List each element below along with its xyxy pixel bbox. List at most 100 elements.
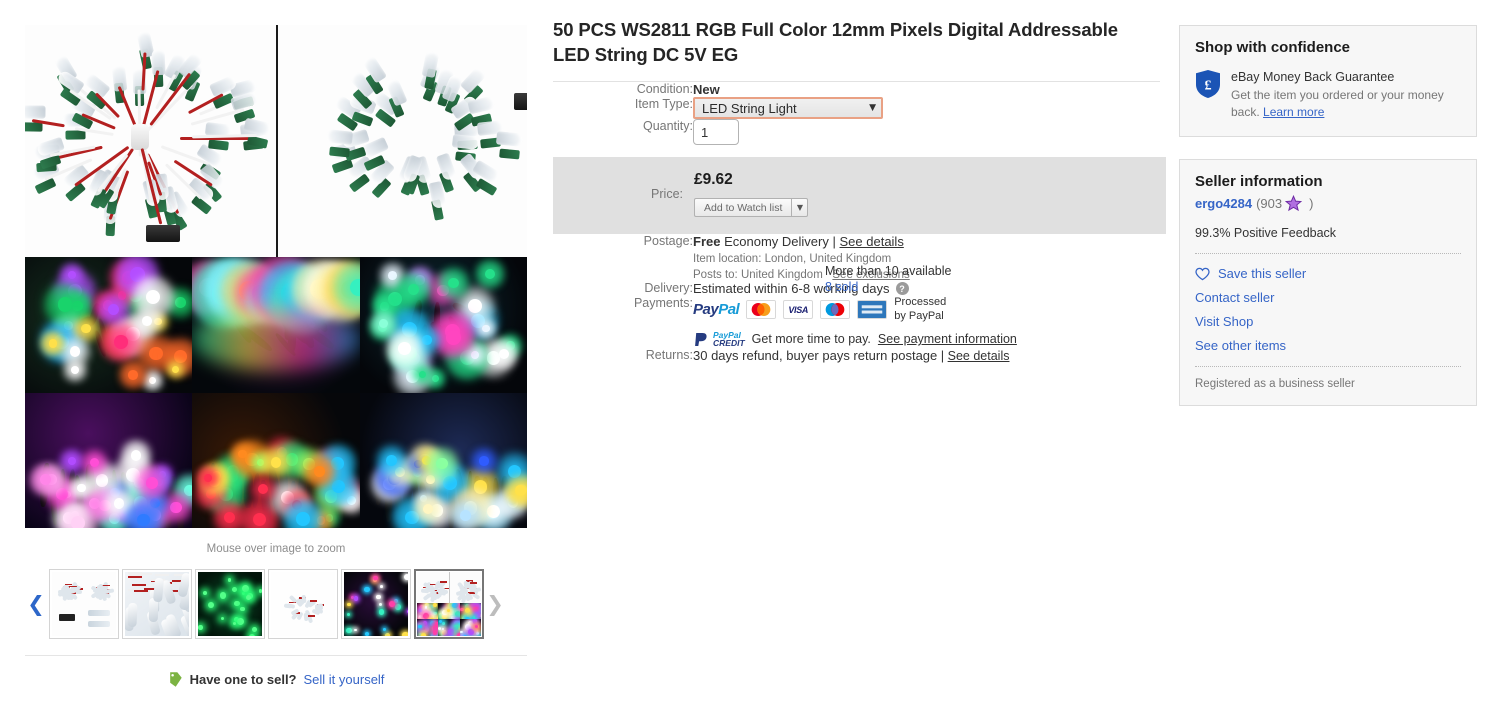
visa-icon: VISA <box>783 300 814 320</box>
returns-separator: | <box>940 347 945 363</box>
add-to-watch-list-group: Add to Watch list ▼ <box>694 198 809 218</box>
sell-it-yourself-link[interactable]: Sell it yourself <box>304 672 385 687</box>
returns-row: Returns: 30 days refund, buyer pays retu… <box>553 348 1166 363</box>
condition-value: New <box>693 82 720 98</box>
lit-photo-5 <box>192 392 360 528</box>
seller-link-contact-seller[interactable]: Contact seller <box>1195 281 1461 305</box>
item-type-row: Item Type: LED String Light ▼ <box>553 97 1166 120</box>
seller-links-list: Save this seller Contact seller Visit Shop… <box>1195 254 1461 353</box>
chevron-left-icon[interactable]: ❮ <box>25 593 47 615</box>
shop-with-confidence-panel: Shop with confidence £ eBay Money Back G… <box>1179 25 1477 138</box>
page-title: 50 PCS WS2811 RGB Full Color 12mm Pixels… <box>553 19 1118 65</box>
thumbnail-5[interactable] <box>341 569 411 639</box>
thumbnail-4[interactable] <box>268 569 338 639</box>
seller-link-label: Contact seller <box>1195 290 1275 306</box>
price-tag-icon <box>168 671 183 688</box>
seller-link-label: See other items <box>1195 338 1287 354</box>
item-details-column: 50 PCS WS2811 RGB Full Color 12mm Pixels… <box>528 0 1168 727</box>
thumbnail-list <box>47 569 484 639</box>
posts-to-value: United Kingdom <box>740 269 823 282</box>
chevron-right-icon[interactable]: ❯ <box>484 593 506 615</box>
seller-score-close-paren: ) <box>1309 196 1314 212</box>
registered-business-note: Registered as a business seller <box>1195 378 1355 391</box>
main-product-image[interactable] <box>25 25 527 528</box>
paypal-credit-note: Get more time to pay. <box>751 332 871 347</box>
returns-see-details-link[interactable]: See details <box>948 349 1010 363</box>
maestro-icon <box>820 300 851 320</box>
postage-separator: | <box>832 234 836 250</box>
seller-link-label: Save this seller <box>1218 266 1307 282</box>
item-specs-table: Condition: New Item Type: LED String Lig… <box>553 82 1166 294</box>
postage-label: Postage: <box>643 234 693 249</box>
seller-positive-feedback: 99.3% Positive Feedback <box>1195 226 1337 241</box>
price-value: £9.62 <box>694 171 733 189</box>
product-image-lit-grid <box>25 257 527 528</box>
product-photo-bundle-cluster <box>276 25 527 257</box>
seller-link-save-this-seller[interactable]: Save this seller <box>1195 263 1461 281</box>
sidebar-column: Shop with confidence £ eBay Money Back G… <box>1168 0 1478 727</box>
help-icon[interactable]: ? <box>895 282 909 296</box>
quantity-input[interactable] <box>693 119 739 146</box>
seller-information-heading: Seller information <box>1195 173 1323 191</box>
see-payment-information-link[interactable]: See payment information <box>878 332 1017 346</box>
payments-row: Payments: PayPal VISA Processed by PayPa… <box>553 296 1166 348</box>
thumbnail-carousel: ❮ ❯ <box>25 555 527 639</box>
availability-text: More than 10 available <box>825 264 952 279</box>
delivery-label: Delivery: <box>644 281 693 296</box>
watch-list-dropdown-button[interactable]: ▼ <box>791 198 809 218</box>
paypal-credit-logo: PayPal CREDIT <box>693 330 745 348</box>
shipping-payment-table: Postage: Free Economy Delivery | See det… <box>553 234 1166 363</box>
item-type-label: Item Type: <box>634 97 693 112</box>
postage-see-details-link[interactable]: See details <box>840 234 904 249</box>
item-location-label: Item location: <box>693 253 762 266</box>
postage-service: Economy Delivery <box>724 234 829 250</box>
price-label: Price: <box>651 187 683 202</box>
returns-label: Returns: <box>645 347 693 362</box>
thumbnail-2[interactable] <box>122 569 192 639</box>
gallery-column: Mouse over image to zoom ❮ ❯ Have one to… <box>0 0 528 727</box>
seller-link-see-other-items[interactable]: See other items <box>1195 329 1461 353</box>
shield-pound-icon: £ <box>1195 69 1221 99</box>
product-photo-bundle-wired <box>25 25 276 257</box>
sold-count-link[interactable]: 8 sold <box>825 280 858 294</box>
payments-label: Payments: <box>633 296 693 311</box>
ebay-item-page: Mouse over image to zoom ❮ ❯ Have one to… <box>0 0 1503 727</box>
seller-feedback-score: (903 <box>1256 196 1283 212</box>
condition-label: Condition: <box>636 82 693 97</box>
posts-to-label: Posts to: <box>693 269 738 282</box>
add-to-watch-list-button[interactable]: Add to Watch list <box>694 198 792 218</box>
lit-photo-6 <box>359 392 527 528</box>
product-image-top-pair <box>25 25 527 257</box>
condition-row: Condition: New <box>553 82 1166 97</box>
learn-more-link[interactable]: Learn more <box>1263 105 1324 119</box>
lit-photo-4 <box>25 392 193 528</box>
delivery-estimate: Estimated within 6-8 working days <box>693 281 890 297</box>
seller-information-panel: Seller information ergo4284 (903 ) 99.3%… <box>1179 159 1477 407</box>
item-type-selected-value: LED String Light <box>702 100 797 116</box>
have-one-to-sell-row: Have one to sell? Sell it yourself <box>25 656 527 688</box>
postage-free-label: Free <box>693 234 721 250</box>
lit-photo-2 <box>192 257 360 393</box>
quantity-label: Quantity: <box>642 119 693 134</box>
price-row: Price: £9.62 Add to Watch list ▼ <box>553 170 809 218</box>
chevron-down-icon: ▼ <box>869 103 876 114</box>
item-type-select[interactable]: LED String Light ▼ <box>693 97 883 120</box>
returns-value: 30 days refund, buyer pays return postag… <box>693 347 938 363</box>
seller-link-label: Visit Shop <box>1195 314 1254 330</box>
thumbnail-1[interactable] <box>49 569 119 639</box>
svg-text:£: £ <box>1205 79 1212 94</box>
thumbnail-3[interactable] <box>195 569 265 639</box>
delivery-row: Delivery: Estimated within 6-8 working d… <box>553 281 1166 296</box>
seller-link-visit-shop[interactable]: Visit Shop <box>1195 305 1461 329</box>
price-section: Price: £9.62 Add to Watch list ▼ <box>553 157 1166 235</box>
processed-by-paypal-note: Processed by PayPal <box>894 296 947 322</box>
price-table: Price: £9.62 Add to Watch list ▼ <box>553 170 809 218</box>
lit-photo-3 <box>359 257 527 393</box>
purple-star-icon[interactable] <box>1284 195 1303 212</box>
zoom-hint: Mouse over image to zoom <box>206 543 346 555</box>
money-back-guarantee-title: eBay Money Back Guarantee <box>1231 70 1395 84</box>
seller-name-link[interactable]: ergo4284 <box>1195 196 1252 211</box>
have-one-to-sell-label: Have one to sell? <box>189 672 297 687</box>
thumbnail-6[interactable] <box>414 569 484 639</box>
amex-icon <box>857 300 888 320</box>
